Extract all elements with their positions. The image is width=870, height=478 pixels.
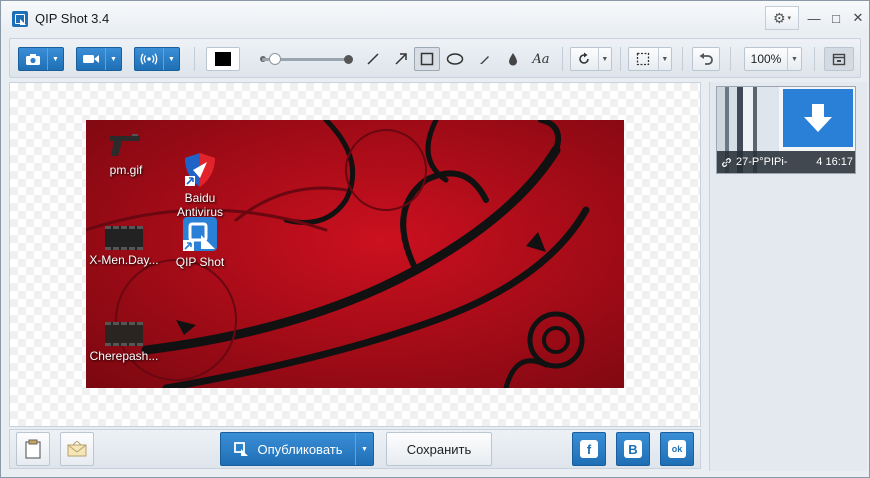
line-tool-button[interactable] [360,47,386,71]
save-button[interactable]: Сохранить [386,432,492,466]
settings-button[interactable]: ⚙ ▾ [765,6,799,30]
share-odnoklassniki-button[interactable]: ok [660,432,694,466]
captured-screenshot[interactable]: pm.gif Baidu Antivirus X-Men.Day... QIP … [86,120,624,388]
chevron-down-icon[interactable]: ▼ [787,48,801,70]
pistol-icon [106,128,146,160]
thick-line-icon [344,55,353,64]
arrow-tool-button[interactable] [388,47,414,71]
color-picker-button[interactable] [206,47,240,71]
window-title: QIP Shot 3.4 [35,11,110,26]
clipboard-icon [25,439,41,459]
desktop-icon-label: Baidu Antivirus [176,191,223,219]
qip-shot-icon [182,216,218,252]
desktop-icon-label: X-Men.Day... [89,253,159,267]
video-camera-icon [77,48,105,70]
history-item[interactable]: 27-P°PIPi- 4 16:17 [716,86,856,174]
history-item-time: 4 16:17 [816,156,853,168]
desktop-icon-label: pm.gif [109,163,143,177]
toolbar-separator [682,47,683,71]
maximize-button[interactable]: □ [825,7,847,29]
desktop-icon-label: Cherepash... [89,349,159,363]
blur-tool-button[interactable] [500,47,526,71]
download-arrow-icon [783,89,853,147]
toolbar: ▼ ▼ ▼ Aa ▼ ▼ 100% ▼ [9,38,861,78]
desktop-icon-label: QIP Shot [175,255,225,269]
record-video-button[interactable]: ▼ [76,47,122,71]
app-window: QIP Shot 3.4 ⚙ ▾ — □ ✕ ▼ ▼ ▼ Aa ▼ ▼ 100%… [0,0,870,478]
broadcast-icon [135,48,163,70]
odnoklassniki-icon: ok [668,440,686,458]
close-button[interactable]: ✕ [847,7,869,29]
desktop-icon-pm-gif[interactable]: pm.gif [86,128,166,177]
share-facebook-button[interactable]: f [572,432,606,466]
ellipse-icon [446,53,464,65]
toolbar-separator [562,47,563,71]
history-panel: 27-P°PIPi- 4 16:17 [709,82,867,471]
bottom-bar: Опубликовать ▼ Сохранить f B ok [9,429,701,469]
video-icon [105,322,143,346]
facebook-icon: f [580,440,598,458]
toolbar-separator [194,47,195,71]
drop-icon [509,53,517,66]
send-email-button[interactable] [60,432,94,466]
baidu-antivirus-icon [183,138,217,187]
share-vkontakte-button[interactable]: B [616,432,650,466]
history-item-caption: 27-P°PIPi- 4 16:17 [717,151,855,173]
undo-button[interactable] [692,47,720,71]
rectangle-icon [420,52,434,66]
selection-button[interactable]: ▼ [628,47,672,71]
chevron-down-icon[interactable]: ▼ [657,48,671,70]
publish-button[interactable]: Опубликовать ▼ [220,432,374,466]
capture-screenshot-button[interactable]: ▼ [18,47,64,71]
chevron-down-icon[interactable]: ▼ [105,48,121,70]
desktop-icon-x-men[interactable]: X-Men.Day... [86,226,164,267]
zoom-value: 100% [750,52,782,66]
pencil-tool-button[interactable] [472,47,498,71]
history-panel-toggle[interactable] [824,47,854,71]
line-width-slider-thumb[interactable] [269,53,282,65]
undo-icon [699,53,713,65]
marquee-select-icon [629,52,658,66]
qip-shot-icon [234,442,249,456]
desktop-icon-cherepash[interactable]: Cherepash... [86,322,164,363]
chevron-down-icon[interactable]: ▼ [163,48,179,70]
window-controls: ⚙ ▾ — □ ✕ [765,5,869,31]
toolbar-separator [620,47,621,71]
desktop-icon-qip-shot[interactable]: QIP Shot [160,216,240,269]
toolbar-separator [814,47,815,71]
camera-icon [19,48,47,70]
calendar-icon [832,53,846,66]
vkontakte-icon: B [624,440,642,458]
text-tool-button[interactable]: Aa [528,47,554,71]
qip-shot-app-icon [12,11,28,27]
broadcast-button[interactable]: ▼ [134,47,180,71]
toolbar-separator [730,47,731,71]
history-item-name: 27-P°PIPi- [736,156,788,168]
arrow-icon [395,53,407,65]
ellipse-tool-button[interactable] [442,47,468,71]
chevron-down-icon[interactable]: ▼ [47,48,63,70]
rectangle-tool-button[interactable] [414,47,440,71]
rotate-button[interactable]: ▼ [570,47,612,71]
chevron-down-icon[interactable]: ▼ [355,433,373,465]
publish-label: Опубликовать [257,441,343,457]
line-icon [367,53,379,65]
editor-canvas[interactable]: pm.gif Baidu Antivirus X-Men.Day... QIP … [9,82,701,427]
title-bar: QIP Shot 3.4 ⚙ ▾ — □ ✕ [1,1,869,35]
chevron-down-icon[interactable]: ▼ [597,48,611,70]
pencil-icon [480,56,489,64]
copy-to-clipboard-button[interactable] [16,432,50,466]
video-icon [105,226,143,250]
minimize-button[interactable]: — [803,7,825,29]
zoom-select[interactable]: 100% ▼ [744,47,802,71]
current-color-swatch [215,52,231,66]
envelope-icon [67,441,87,457]
gear-icon: ⚙ [772,9,786,26]
link-icon [722,157,731,167]
rotate-icon [571,52,598,66]
chevron-down-icon: ▾ [787,15,792,22]
